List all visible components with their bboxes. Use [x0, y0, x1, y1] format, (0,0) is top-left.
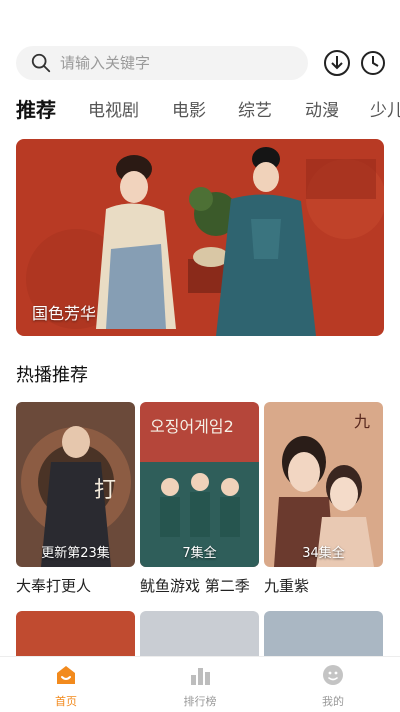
- more-grid: [16, 611, 384, 656]
- download-icon[interactable]: [322, 48, 352, 78]
- tab-tv[interactable]: 电视剧: [88, 96, 139, 121]
- episode-badge: 更新第23集: [41, 546, 110, 561]
- tab-anime[interactable]: 动漫: [305, 96, 339, 121]
- profile-icon: [323, 665, 343, 685]
- poster[interactable]: [264, 611, 383, 656]
- poster: 打 更新第23集: [16, 402, 135, 567]
- tab-recommend[interactable]: 推荐: [16, 94, 56, 123]
- search-input[interactable]: [60, 54, 270, 72]
- svg-text:打: 打: [94, 478, 116, 503]
- card-squid-game[interactable]: 오징어게임2 7集全 鱿鱼游戏 第二季: [140, 402, 259, 596]
- card-dafeng[interactable]: 打 更新第23集 大奉打更人: [16, 402, 135, 596]
- poster[interactable]: [16, 611, 135, 656]
- svg-text:九: 九: [354, 412, 370, 431]
- rank-icon: [191, 668, 210, 685]
- tab-movie[interactable]: 电影: [172, 96, 206, 121]
- card-title: 九重紫: [264, 577, 310, 595]
- card-title: 鱿鱼游戏 第二季: [140, 577, 250, 595]
- history-icon[interactable]: [358, 48, 388, 78]
- svg-text:오징어게임2: 오징어게임2: [150, 417, 234, 436]
- search-icon: [31, 53, 51, 73]
- tab-variety[interactable]: 综艺: [238, 96, 272, 121]
- nav-rank[interactable]: 排行榜: [160, 663, 240, 709]
- card-title: 大奉打更人: [16, 577, 92, 595]
- home-icon: [57, 666, 75, 684]
- tab-kids[interactable]: 少儿: [370, 96, 400, 121]
- banner-title: 国色芳华: [32, 304, 97, 323]
- nav-label: 排行榜: [183, 695, 217, 708]
- search-box[interactable]: [16, 46, 308, 80]
- poster[interactable]: [140, 611, 259, 656]
- section-title: 热播推荐: [16, 365, 88, 386]
- poster: 九 34集全: [264, 402, 383, 567]
- search-row: [16, 46, 388, 80]
- nav-home[interactable]: 首页: [26, 663, 106, 709]
- nav-label: 我的: [322, 695, 344, 708]
- poster: 오징어게임2 7集全: [140, 402, 259, 567]
- episode-badge: 34集全: [302, 546, 345, 561]
- bottom-nav: 首页 排行榜 我的: [0, 656, 400, 712]
- nav-label: 首页: [55, 695, 77, 708]
- card-jiuchongzi[interactable]: 九 34集全 九重紫: [264, 402, 383, 596]
- episode-badge: 7集全: [182, 546, 217, 561]
- featured-banner[interactable]: 国色芳华: [16, 139, 384, 336]
- category-tabs: 推荐 电视剧 电影 综艺 动漫 少儿: [0, 94, 400, 126]
- nav-profile[interactable]: 我的: [293, 663, 373, 709]
